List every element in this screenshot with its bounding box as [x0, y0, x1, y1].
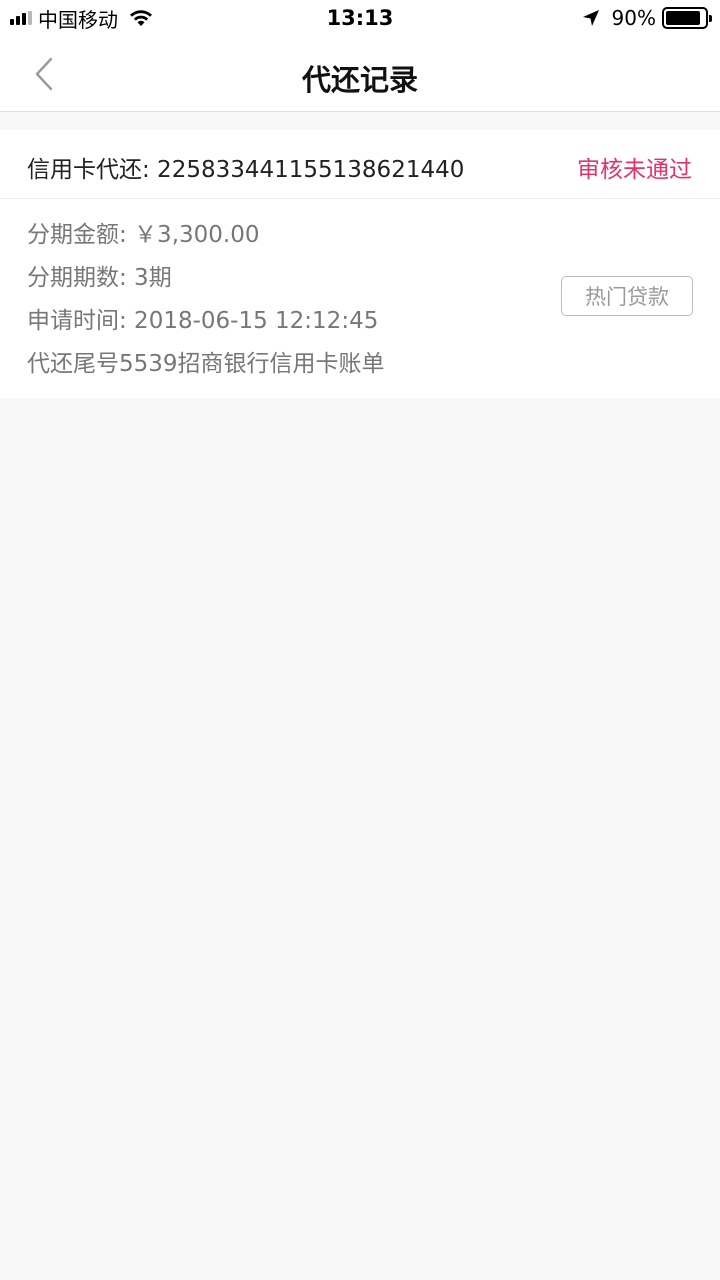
record-type-label: 信用卡代还: 2258334411551386214​40	[27, 157, 465, 183]
hot-loan-button[interactable]: 热门贷款	[561, 276, 693, 316]
nav-bar: 代还记录	[0, 38, 720, 112]
record-card: 信用卡代还: 2258334411551386214​40 审核未通过 分期金额…	[0, 130, 720, 398]
installment-amount: 分期金额: ￥3,300.00	[27, 222, 260, 248]
status-bar: 中国移动 13:13 90%	[0, 0, 720, 38]
bill-description: 代还尾号5539招商银行信用卡账单	[27, 351, 385, 377]
battery-percent: 90%	[611, 6, 656, 30]
battery-fill	[666, 11, 701, 25]
status-right: 90%	[582, 6, 712, 30]
battery-icon	[662, 7, 712, 29]
page-title: 代还记录	[301, 63, 418, 97]
battery-cap	[709, 15, 712, 22]
record-header: 信用卡代还: 2258334411551386214​40 审核未通过	[0, 130, 720, 199]
status-badge: 审核未通过	[577, 157, 692, 183]
location-arrow-icon	[582, 10, 599, 26]
